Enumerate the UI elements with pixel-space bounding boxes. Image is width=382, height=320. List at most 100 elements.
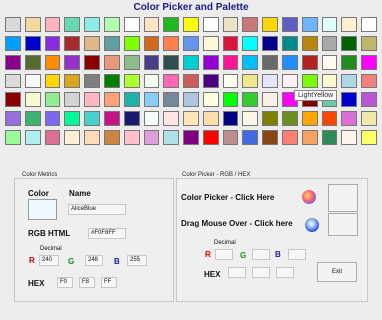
color-swatch[interactable]	[44, 130, 61, 145]
exit-button[interactable]: Exit	[317, 262, 357, 282]
color-swatch[interactable]	[163, 130, 180, 145]
color-swatch[interactable]	[361, 130, 377, 145]
color-swatch[interactable]	[84, 92, 100, 108]
color-swatch[interactable]	[64, 92, 81, 108]
color-swatch[interactable]	[44, 35, 61, 51]
picker-r-field[interactable]	[215, 249, 233, 260]
color-swatch[interactable]	[123, 92, 140, 108]
color-swatch[interactable]	[143, 130, 160, 145]
color-swatch[interactable]	[301, 35, 318, 51]
color-swatch[interactable]	[242, 17, 259, 32]
picker-hex-b-field[interactable]	[276, 267, 294, 278]
color-swatch[interactable]	[202, 54, 219, 70]
color-swatch[interactable]	[84, 54, 100, 70]
color-swatch[interactable]	[222, 54, 239, 70]
color-swatch[interactable]	[282, 54, 298, 70]
color-swatch[interactable]	[123, 35, 140, 51]
color-swatch[interactable]	[262, 17, 279, 32]
color-swatch[interactable]	[84, 17, 100, 32]
color-swatch[interactable]	[24, 54, 41, 70]
color-swatch[interactable]	[123, 54, 140, 70]
color-swatch[interactable]	[64, 17, 81, 32]
color-swatch[interactable]	[361, 92, 377, 108]
color-swatch[interactable]	[143, 35, 160, 51]
color-swatch[interactable]	[163, 111, 180, 127]
hex-r-field[interactable]: F0	[57, 277, 73, 288]
color-name-field[interactable]: AliceBlue	[68, 204, 126, 215]
color-swatch[interactable]	[143, 54, 160, 70]
color-swatch[interactable]	[321, 35, 338, 51]
color-swatch[interactable]	[282, 73, 298, 89]
color-swatch[interactable]	[84, 130, 100, 145]
color-swatch[interactable]	[242, 54, 259, 70]
color-swatch[interactable]	[163, 92, 180, 108]
color-swatch[interactable]	[24, 111, 41, 127]
color-swatch[interactable]	[44, 54, 61, 70]
color-swatch[interactable]	[262, 73, 279, 89]
color-swatch[interactable]	[242, 35, 259, 51]
color-swatch[interactable]	[321, 17, 338, 32]
color-swatch[interactable]	[24, 73, 41, 89]
color-swatch[interactable]	[183, 92, 199, 108]
color-swatch[interactable]	[282, 17, 298, 32]
color-swatch[interactable]	[163, 17, 180, 32]
color-swatch[interactable]	[321, 54, 338, 70]
color-swatch[interactable]	[123, 130, 140, 145]
color-swatch[interactable]	[341, 73, 358, 89]
color-swatch[interactable]	[202, 17, 219, 32]
color-swatch[interactable]	[183, 17, 199, 32]
color-swatch[interactable]	[341, 35, 358, 51]
color-swatch[interactable]	[44, 17, 61, 32]
color-swatch[interactable]	[163, 54, 180, 70]
color-swatch[interactable]	[84, 35, 100, 51]
color-swatch[interactable]	[24, 17, 41, 32]
color-swatch[interactable]	[282, 35, 298, 51]
color-swatch[interactable]	[202, 73, 219, 89]
color-swatch[interactable]	[183, 130, 199, 145]
color-swatch[interactable]	[341, 130, 358, 145]
color-swatch[interactable]	[64, 73, 81, 89]
color-swatch[interactable]	[321, 111, 338, 127]
picker-hex-g-field[interactable]	[252, 267, 270, 278]
color-swatch[interactable]	[103, 111, 120, 127]
color-swatch[interactable]	[262, 130, 279, 145]
color-swatch[interactable]	[183, 73, 199, 89]
color-swatch[interactable]	[202, 92, 219, 108]
b-value-field[interactable]: 255	[127, 255, 147, 266]
color-swatch[interactable]	[143, 17, 160, 32]
color-swatch[interactable]	[301, 111, 318, 127]
color-swatch[interactable]	[123, 17, 140, 32]
color-swatch[interactable]	[5, 35, 21, 51]
color-swatch[interactable]	[103, 130, 120, 145]
color-swatch[interactable]	[341, 17, 358, 32]
picker-hex-r-field[interactable]	[228, 267, 246, 278]
color-swatch[interactable]	[123, 111, 140, 127]
color-swatch[interactable]	[44, 111, 61, 127]
color-swatch[interactable]	[24, 35, 41, 51]
color-swatch[interactable]	[202, 130, 219, 145]
color-swatch[interactable]	[64, 111, 81, 127]
color-swatch[interactable]	[222, 92, 239, 108]
r-value-field[interactable]: 240	[39, 255, 59, 266]
color-swatch[interactable]	[123, 73, 140, 89]
color-swatch[interactable]	[361, 111, 377, 127]
color-swatch[interactable]	[301, 54, 318, 70]
color-swatch[interactable]	[361, 73, 377, 89]
color-swatch[interactable]	[361, 54, 377, 70]
color-swatch[interactable]	[341, 92, 358, 108]
color-swatch[interactable]	[282, 111, 298, 127]
color-swatch[interactable]	[5, 54, 21, 70]
color-swatch[interactable]	[5, 73, 21, 89]
hex-g-field[interactable]: F8	[79, 277, 95, 288]
color-swatch[interactable]	[321, 130, 338, 145]
color-swatch[interactable]	[262, 54, 279, 70]
color-swatch[interactable]	[103, 17, 120, 32]
color-swatch[interactable]	[183, 111, 199, 127]
color-swatch[interactable]	[183, 54, 199, 70]
color-swatch[interactable]	[222, 35, 239, 51]
color-swatch[interactable]	[64, 130, 81, 145]
color-swatch[interactable]	[5, 92, 21, 108]
color-swatch[interactable]	[321, 73, 338, 89]
color-swatch[interactable]	[242, 130, 259, 145]
rgb-html-field[interactable]: #F0F8FF	[88, 228, 126, 239]
